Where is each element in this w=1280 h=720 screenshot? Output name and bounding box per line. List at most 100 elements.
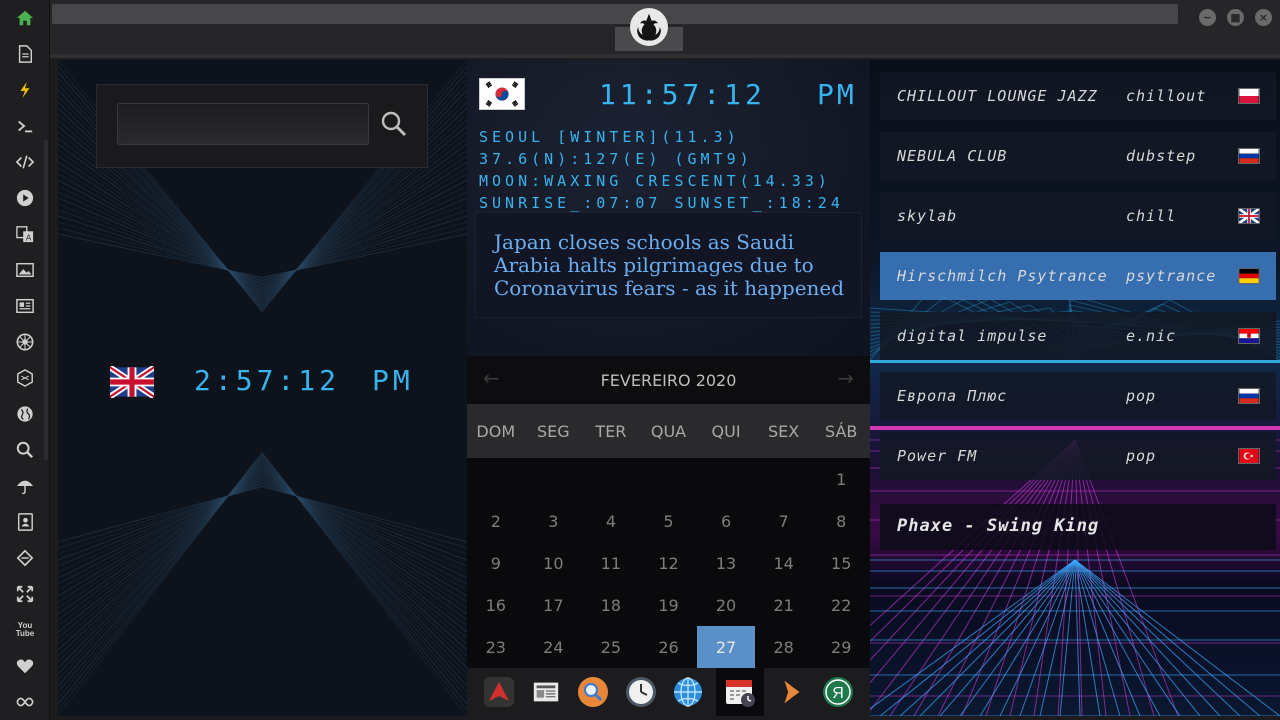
rebel-alliance-logo[interactable]: [630, 8, 668, 46]
calendar-day[interactable]: 1: [812, 458, 870, 500]
calendar-header: ← FEVEREIRO 2020 →: [467, 356, 870, 404]
radio-station-row[interactable]: Европа Плюс pop: [880, 372, 1276, 420]
calendar-day[interactable]: 27: [697, 626, 755, 668]
translate-icon[interactable]: A: [12, 221, 38, 247]
calendar-day[interactable]: 25: [582, 626, 640, 668]
station-genre: pop: [1126, 387, 1157, 405]
expand-icon[interactable]: [12, 581, 38, 607]
play-icon[interactable]: [12, 185, 38, 211]
clock-icon[interactable]: [621, 672, 661, 712]
calendar-day[interactable]: 24: [525, 626, 583, 668]
calendar-day[interactable]: 29: [812, 626, 870, 668]
calendar-day[interactable]: 17: [525, 584, 583, 626]
maximize-button[interactable]: ■: [1227, 9, 1244, 26]
radio-station-row[interactable]: Hirschmilch Psytrance psytrance: [880, 252, 1276, 300]
calendar-day[interactable]: 4: [582, 500, 640, 542]
news-ticker[interactable]: Japan closes schools as Saudi Arabia hal…: [475, 212, 862, 318]
svg-text:A: A: [26, 233, 32, 242]
station-name: CHILLOUT LOUNGE JAZZ: [897, 87, 1098, 105]
image-icon[interactable]: [12, 257, 38, 283]
umbrella-icon[interactable]: [12, 473, 38, 499]
newspaper-icon[interactable]: [526, 672, 566, 712]
prev-month-icon[interactable]: ←: [483, 366, 500, 390]
station-genre: dubstep: [1126, 147, 1197, 165]
code-icon[interactable]: [12, 149, 38, 175]
station-name: skylab: [897, 207, 958, 225]
news-icon[interactable]: [12, 293, 38, 319]
lightning-icon[interactable]: [12, 77, 38, 103]
document-icon[interactable]: [12, 41, 38, 67]
yandex-icon[interactable]: Я: [818, 672, 858, 712]
next-month-icon[interactable]: →: [837, 366, 854, 390]
calendar-day[interactable]: 19: [640, 584, 698, 626]
calendar-day[interactable]: 18: [582, 584, 640, 626]
seoul-moon-line: MOON:WAXING CRESCENT(14.33): [479, 172, 831, 190]
globe-icon[interactable]: [668, 672, 708, 712]
infinity-icon[interactable]: [12, 689, 38, 715]
seoul-location-line: SEOUL [WINTER](11.3): [479, 128, 740, 146]
station-genre: pop: [1126, 447, 1157, 465]
radio-station-row[interactable]: digital impulse e.nic: [880, 312, 1276, 360]
radio-station-row[interactable]: Power FM pop: [880, 432, 1276, 480]
calendar-day[interactable]: 2: [467, 500, 525, 542]
calendar-day[interactable]: 8: [812, 500, 870, 542]
search-input[interactable]: [117, 103, 369, 145]
youtube-icon[interactable]: You Tube: [12, 617, 38, 643]
top-divider: [50, 54, 1280, 58]
minimize-button[interactable]: −: [1199, 9, 1216, 26]
radio-station-row[interactable]: CHILLOUT LOUNGE JAZZ chillout: [880, 72, 1276, 120]
sidebar: A You Tube: [0, 0, 50, 720]
calendar-title: FEVEREIRO 2020: [600, 370, 737, 390]
station-genre: chillout: [1126, 87, 1207, 105]
calendar-day[interactable]: 26: [640, 626, 698, 668]
news-headline[interactable]: Japan closes schools as Saudi Arabia hal…: [494, 231, 854, 300]
search-button[interactable]: [379, 107, 409, 141]
search-icon[interactable]: [12, 437, 38, 463]
calendar-day[interactable]: 6: [697, 500, 755, 542]
calendar-day[interactable]: 22: [812, 584, 870, 626]
calendar-empty-cell: [640, 458, 698, 500]
home-icon[interactable]: [12, 5, 38, 31]
app-launcher-icon[interactable]: [479, 672, 519, 712]
contacts-icon[interactable]: [12, 509, 38, 535]
calendar-day[interactable]: 21: [755, 584, 813, 626]
calendar-empty-cell: [697, 458, 755, 500]
calendar-day[interactable]: 11: [582, 542, 640, 584]
calendar-day[interactable]: 9: [467, 542, 525, 584]
russia-flag-icon: [1238, 148, 1260, 164]
radio-station-row[interactable]: NEBULA CLUB dubstep: [880, 132, 1276, 180]
calendar-day[interactable]: 15: [812, 542, 870, 584]
close-button[interactable]: ×: [1255, 9, 1272, 26]
codepen-icon[interactable]: [12, 545, 38, 571]
address-bar[interactable]: [52, 4, 1178, 24]
empire-icon[interactable]: [12, 329, 38, 355]
youtube-label: You Tube: [15, 621, 35, 638]
calendar-day[interactable]: 3: [525, 500, 583, 542]
station-name: digital impulse: [897, 327, 1048, 345]
calendar-grid: 1 2 3 4 5 6 7 8 9 10 11 12 13 14 15 16 17 18 19 20 21 22 23 24 2…: [467, 458, 870, 668]
calendar-icon[interactable]: [715, 668, 764, 716]
hexagon-icon[interactable]: [12, 365, 38, 391]
calendar-day[interactable]: 23: [467, 626, 525, 668]
calendar-day[interactable]: 10: [525, 542, 583, 584]
top-bar: − ■ ×: [50, 0, 1280, 56]
calendar-day[interactable]: 28: [755, 626, 813, 668]
radio-station-row[interactable]: skylab chill: [880, 192, 1276, 240]
calendar-day[interactable]: 13: [697, 542, 755, 584]
sidebar-scrollbar[interactable]: [44, 140, 48, 460]
calendar-day[interactable]: 16: [467, 584, 525, 626]
globe-icon[interactable]: [12, 401, 38, 427]
uk-time: 2:57:12: [194, 364, 341, 397]
terminal-icon[interactable]: [12, 113, 38, 139]
play-arrow-icon[interactable]: [771, 672, 811, 712]
heart-icon[interactable]: [12, 653, 38, 679]
calendar-day[interactable]: 14: [755, 542, 813, 584]
calendar-day[interactable]: 20: [697, 584, 755, 626]
calendar-day[interactable]: 7: [755, 500, 813, 542]
calendar-day[interactable]: 5: [640, 500, 698, 542]
uk-ampm: PM: [372, 364, 414, 397]
calendar-day[interactable]: 12: [640, 542, 698, 584]
seoul-info: SEOUL [WINTER](11.3) 37.6(N):127(E) (GMT…: [479, 126, 844, 214]
search-icon[interactable]: [573, 672, 613, 712]
uk-flag-icon: [1238, 208, 1260, 224]
